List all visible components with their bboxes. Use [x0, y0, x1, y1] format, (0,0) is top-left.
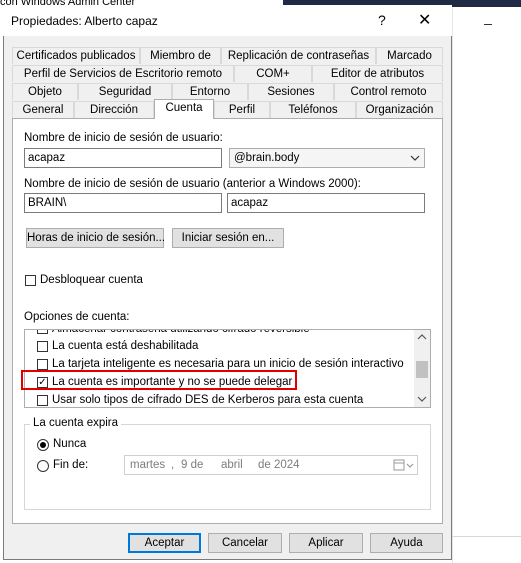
date-weekday: martes	[130, 459, 166, 471]
help-button[interactable]: Ayuda	[370, 533, 443, 553]
tab-editor-atributos[interactable]: Editor de atributos	[312, 65, 443, 82]
tab-miembro-de[interactable]: Miembro de	[140, 47, 221, 64]
logon-name-label: Nombre de inicio de sesión de usuario:	[24, 132, 223, 144]
option-label: Usar solo tipos de cifrado DES de Kerber…	[52, 394, 364, 406]
pre2000-logon-label: Nombre de inicio de sesión de usuario (a…	[24, 178, 361, 190]
background-minimize-icon[interactable]	[484, 24, 492, 25]
logon-to-button[interactable]: Iniciar sesión en...	[172, 228, 284, 248]
end-of-radio[interactable]	[37, 460, 49, 472]
ok-button[interactable]: Aceptar	[128, 533, 201, 553]
pre2000-logon-input[interactable]: acapaz	[227, 193, 425, 213]
never-radio[interactable]	[37, 439, 49, 451]
tab-marcado[interactable]: Marcado	[376, 47, 443, 64]
tab-objeto[interactable]: Objeto	[12, 83, 78, 100]
tab-control-remoto[interactable]: Control remoto	[334, 83, 443, 100]
tab-certificados-publicados[interactable]: Certificados publicados	[12, 47, 140, 64]
account-options-list[interactable]: Almacenar contraseña utilizando cifrado …	[24, 329, 431, 408]
tab-organizacion[interactable]: Organización	[356, 101, 443, 118]
tab-perfil[interactable]: Perfil	[214, 101, 270, 118]
tab-direccion[interactable]: Dirección	[74, 101, 154, 118]
tab-cuenta[interactable]: Cuenta	[154, 99, 214, 119]
upn-suffix-select[interactable]: @brain.body	[229, 148, 425, 168]
tab-perfil-servicios-escritorio-remoto[interactable]: Perfil de Servicios de Escritorio remoto	[12, 65, 234, 82]
date-year: de 2024	[258, 459, 300, 471]
cancel-button[interactable]: Cancelar	[208, 533, 282, 553]
calendar-icon[interactable]	[393, 458, 415, 475]
expiry-date-picker[interactable]: martes , 9 de abril de 2024	[124, 455, 418, 475]
background-divider	[452, 536, 521, 537]
account-options-label: Opciones de cuenta:	[24, 311, 130, 323]
option-checkbox[interactable]	[37, 359, 48, 370]
tab-seguridad[interactable]: Seguridad	[78, 83, 172, 100]
scroll-down-icon[interactable]	[416, 394, 428, 407]
tab-com-plus[interactable]: COM+	[234, 65, 312, 82]
option-label: La cuenta está deshabilitada	[52, 340, 199, 352]
date-day: 9 de	[181, 459, 204, 471]
account-expires-label: La cuenta expira	[30, 417, 122, 429]
tab-replicacion-contrasenas[interactable]: Replicación de contraseñas	[221, 47, 376, 64]
date-month: abril	[221, 459, 243, 471]
date-separator: ,	[171, 459, 175, 471]
tab-entorno[interactable]: Entorno	[172, 83, 248, 100]
end-of-label: Fin de:	[53, 459, 89, 471]
help-icon[interactable]: ?	[378, 12, 386, 28]
tab-telefonos[interactable]: Teléfonos	[270, 101, 356, 118]
apply-button[interactable]: Aplicar	[289, 533, 363, 553]
unlock-account-label: Desbloquear cuenta	[40, 274, 143, 286]
option-checkbox[interactable]	[37, 395, 48, 406]
tab-sesiones[interactable]: Sesiones	[248, 83, 334, 100]
dialog-title: Propiedades: Alberto capaz	[11, 14, 158, 28]
logon-hours-button[interactable]: Horas de inicio de sesión...	[26, 228, 165, 248]
option-checkbox[interactable]	[37, 341, 48, 352]
unlock-account-checkbox[interactable]	[25, 275, 36, 286]
tab-general[interactable]: General	[12, 101, 74, 118]
never-label: Nunca	[53, 438, 87, 450]
scroll-up-icon[interactable]	[416, 332, 428, 345]
logon-name-input[interactable]: acapaz	[24, 148, 222, 168]
pre2000-domain-input[interactable]: BRAIN\	[24, 193, 222, 213]
option-checkbox[interactable]	[37, 330, 48, 334]
background-window	[452, 7, 521, 563]
close-icon[interactable]: ✕	[418, 10, 431, 30]
upn-suffix-value: @brain.body	[234, 152, 300, 164]
scrollbar-thumb[interactable]	[416, 361, 428, 378]
chevron-down-icon	[410, 149, 420, 173]
highlight-annotation	[21, 370, 297, 390]
